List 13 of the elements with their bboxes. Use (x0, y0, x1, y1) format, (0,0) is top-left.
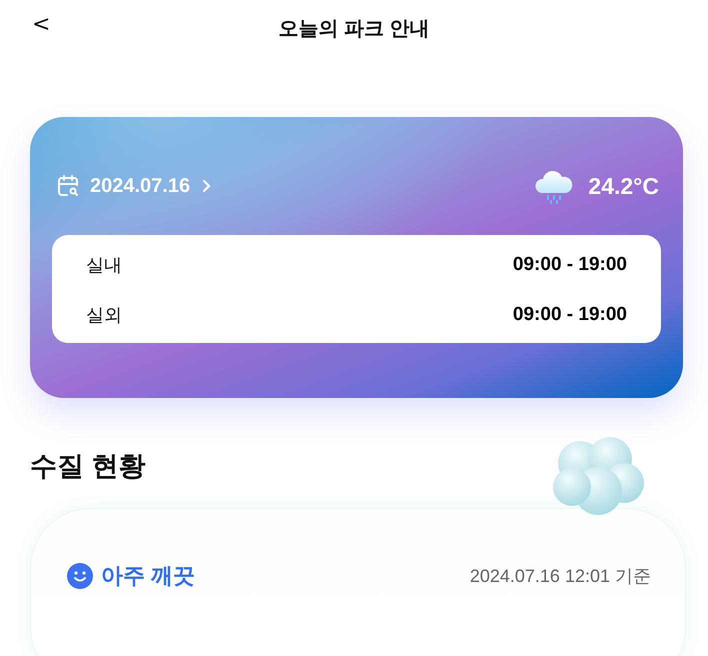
back-button[interactable]: < (28, 12, 54, 37)
water-quality-status: 아주 깨끗 (101, 562, 196, 590)
temperature: 24.2°C (588, 172, 659, 200)
section-title: 수질 현황 (30, 451, 146, 481)
hours-label: 실외 (86, 304, 122, 327)
updated-time: 2024.07.16 12:01 기준 (470, 565, 651, 588)
hours-label: 실내 (86, 254, 122, 277)
chevron-right-icon (200, 178, 212, 194)
calendar-search-icon (56, 174, 80, 198)
page-title: 오늘의 파크 안내 (278, 16, 430, 42)
hours-time: 09:00 - 19:00 (512, 254, 627, 276)
smiley-icon (67, 563, 93, 589)
hours-time: 09:00 - 19:00 (512, 304, 627, 326)
